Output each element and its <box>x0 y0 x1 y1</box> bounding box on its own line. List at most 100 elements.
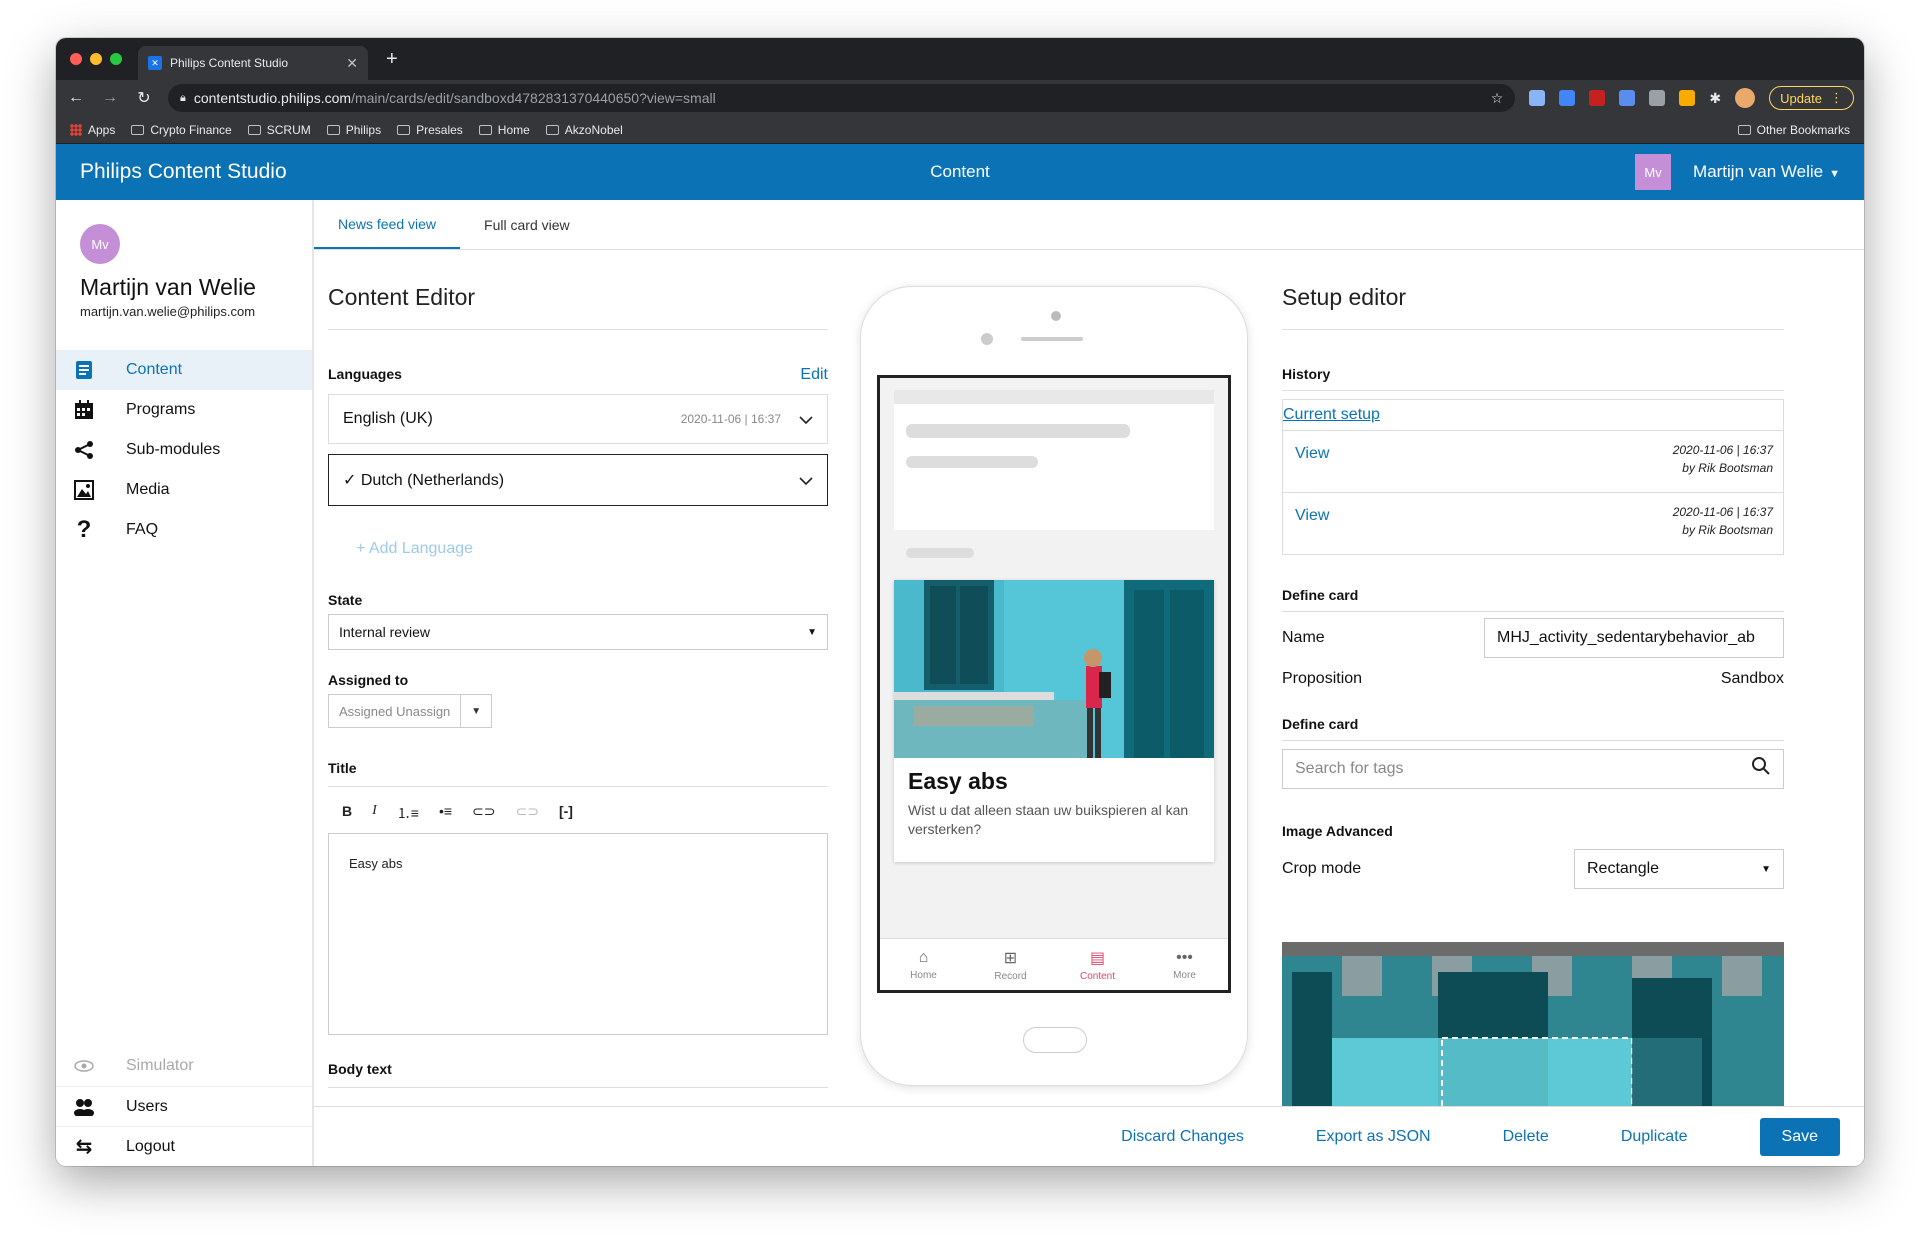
sidebar-item-simulator[interactable]: Simulator <box>56 1046 312 1086</box>
sidebar-item-media[interactable]: Media <box>56 470 312 510</box>
extension-react-icon[interactable] <box>1529 90 1546 106</box>
phone-nav-home[interactable]: ⌂ Home <box>880 939 967 990</box>
ordered-list-icon[interactable]: ⒈≡ <box>397 803 419 823</box>
bookmark-apps[interactable]: Apps <box>70 123 115 137</box>
logout-icon: ⇆ <box>75 1136 93 1158</box>
tab-close-icon[interactable]: ✕ <box>346 55 358 72</box>
bookmark-folder[interactable]: SCRUM <box>247 122 311 137</box>
discard-changes-button[interactable]: Discard Changes <box>1121 1128 1244 1146</box>
extension-icon-3[interactable] <box>1679 90 1696 106</box>
update-button[interactable]: Update ⋮ <box>1769 86 1854 110</box>
title-editor[interactable]: Easy abs <box>328 833 828 1035</box>
state-select[interactable]: Internal review ▼ <box>328 614 828 650</box>
extension-icon-2[interactable] <box>1649 90 1666 106</box>
profile-avatar[interactable] <box>1735 88 1756 108</box>
phone-screen: Easy abs Wist u dat alleen staan uw buik… <box>877 375 1231 993</box>
language-english[interactable]: English (UK) 2020-11-06 | 16:37 <box>328 394 828 444</box>
bullet-list-icon[interactable]: •≡ <box>439 803 452 823</box>
main-area: Mv Martijn van Welie martijn.van.welie@p… <box>56 200 1864 1166</box>
bookmark-folder[interactable]: Home <box>478 123 530 137</box>
phone-camera <box>1051 311 1061 321</box>
bookmark-folder[interactable]: Philips <box>326 123 381 137</box>
extension-translate-icon[interactable] <box>1559 90 1576 106</box>
history-meta: 2020-11-06 | 16:37 by Rik Bootsman <box>1673 503 1773 539</box>
sidebar-bottom: Simulator Users ⇆ Logout <box>56 1046 312 1166</box>
phone-nav-record[interactable]: ⊞ Record <box>967 939 1054 990</box>
app-header: Philips Content Studio Content Mv Martij… <box>56 144 1864 200</box>
bookmark-folder[interactable]: Presales <box>397 123 463 137</box>
extension-ublock-icon[interactable] <box>1589 90 1606 106</box>
extension-icon[interactable] <box>1619 90 1636 106</box>
bookmark-label: SCRUM <box>266 122 311 137</box>
tab-title: Philips Content Studio <box>170 56 289 70</box>
history-view-link[interactable]: View <box>1295 441 1329 463</box>
close-window-button[interactable] <box>70 53 82 65</box>
history-meta: 2020-11-06 | 16:37 by Rik Bootsman <box>1673 441 1773 477</box>
maximize-window-button[interactable] <box>110 53 122 65</box>
new-tab-button[interactable]: + <box>386 48 398 71</box>
caret-down-icon[interactable]: ▼ <box>460 695 491 727</box>
sidebar-item-label: Programs <box>126 401 196 418</box>
language-dutch[interactable]: ✓ Dutch (Netherlands) <box>328 454 828 506</box>
tab-news-feed-view[interactable]: News feed view <box>314 200 461 249</box>
assigned-select[interactable]: Assigned Unassign ▼ <box>328 694 493 728</box>
browser-toolbar: ← → ↻ 🔒︎ contentstudio.philips.com/main/… <box>56 80 1864 116</box>
bookmark-folder[interactable]: Crypto Finance <box>131 123 232 137</box>
reload-icon[interactable]: ↻ <box>134 88 154 108</box>
tag-search-input[interactable]: Search for tags <box>1282 749 1784 789</box>
bookmark-folder[interactable]: AkzoNobel <box>545 123 623 137</box>
bookmarks-bar: Apps Crypto Finance SCRUM Philips Presal… <box>56 116 1864 144</box>
italic-icon[interactable]: I <box>372 803 377 823</box>
add-language-button[interactable]: + Add Language <box>356 540 828 558</box>
name-row: Name MHJ_activity_sedentarybehavior_ab <box>1282 618 1784 658</box>
sidebar-item-label: FAQ <box>126 521 159 538</box>
search-icon[interactable] <box>1751 756 1771 782</box>
back-icon[interactable]: ← <box>66 89 86 107</box>
sidebar-item-logout[interactable]: ⇆ Logout <box>56 1126 312 1166</box>
unlink-icon[interactable]: ⊂⊃ <box>516 803 539 823</box>
extensions-puzzle-icon[interactable]: ✱ <box>1709 90 1721 107</box>
crop-mode-value: Rectangle <box>1587 860 1660 877</box>
address-bar[interactable]: 🔒︎ contentstudio.philips.com/main/cards/… <box>168 84 1516 112</box>
phone-nav-label: More <box>1173 969 1196 981</box>
delete-button[interactable]: Delete <box>1503 1128 1549 1146</box>
current-setup-link[interactable]: Current setup <box>1283 400 1783 430</box>
duplicate-button[interactable]: Duplicate <box>1621 1128 1688 1146</box>
share-icon <box>72 439 96 461</box>
link-icon[interactable]: ⊂⊃ <box>472 803 495 823</box>
forward-icon[interactable]: → <box>100 89 120 107</box>
users-icon <box>72 1096 96 1118</box>
brand-title[interactable]: Philips Content Studio <box>80 160 287 184</box>
sidebar-item-content[interactable]: Content <box>56 350 312 390</box>
code-bracket-icon[interactable]: [-] <box>559 803 573 823</box>
bookmark-star-icon[interactable]: ☆ <box>1491 90 1504 107</box>
browser-tab[interactable]: ✕ Philips Content Studio ✕ <box>138 46 368 80</box>
sidebar-item-users[interactable]: Users <box>56 1086 312 1126</box>
sidebar-item-label: Users <box>126 1097 168 1115</box>
tab-full-card-view[interactable]: Full card view <box>460 200 594 249</box>
bookmark-label: Presales <box>416 122 463 137</box>
sidebar-item-programs[interactable]: Programs <box>56 390 312 430</box>
folder-icon <box>1737 124 1751 135</box>
preview-card[interactable]: Easy abs Wist u dat alleen staan uw buik… <box>894 580 1214 862</box>
minimize-window-button[interactable] <box>90 53 102 65</box>
sidebar-item-faq[interactable]: ? FAQ <box>56 510 312 550</box>
phone-nav-more[interactable]: ••• More <box>1141 939 1228 990</box>
crop-preview-image[interactable] <box>1282 942 1784 1122</box>
history-date: 2020-11-06 | 16:37 <box>1672 505 1773 519</box>
profile-name: Martijn van Welie <box>80 274 256 300</box>
bold-icon[interactable]: B <box>342 803 352 823</box>
phone-nav-content[interactable]: ▤ Content <box>1054 939 1141 990</box>
sidebar-item-sub-modules[interactable]: Sub-modules <box>56 430 312 470</box>
user-menu[interactable]: Mv Martijn van Welie ▼ <box>1635 154 1840 190</box>
other-bookmarks[interactable]: Other Bookmarks <box>1737 123 1850 137</box>
language-date: 2020-11-06 | 16:37 <box>680 412 781 426</box>
name-input[interactable]: MHJ_activity_sedentarybehavior_ab <box>1484 618 1784 658</box>
save-button[interactable]: Save <box>1759 1117 1840 1156</box>
edit-languages-link[interactable]: Edit <box>800 366 828 384</box>
export-json-button[interactable]: Export as JSON <box>1316 1128 1431 1146</box>
user-avatar: Mv <box>1635 154 1672 190</box>
crop-mode-select[interactable]: Rectangle ▼ <box>1574 849 1784 889</box>
history-view-link[interactable]: View <box>1295 503 1329 525</box>
caret-down-icon: ▼ <box>1761 863 1771 875</box>
